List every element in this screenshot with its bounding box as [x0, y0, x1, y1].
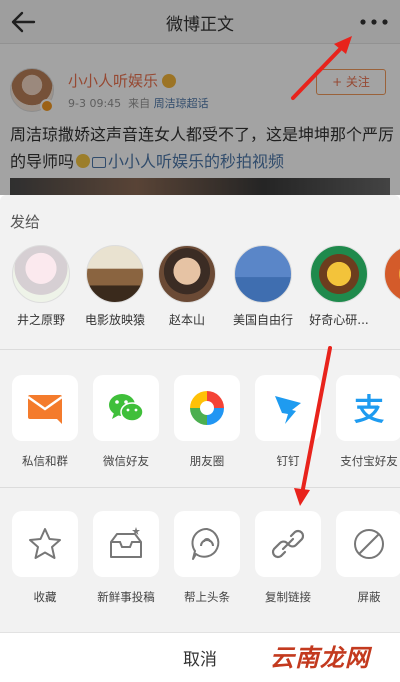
more-dots-icon[interactable]	[358, 12, 390, 32]
contact-avatar	[310, 245, 368, 303]
from-prefix: 来自	[128, 97, 151, 110]
alipay-icon: 支	[354, 393, 384, 428]
action-tile-box	[255, 511, 321, 577]
share-label: 私信和群	[22, 454, 68, 468]
contact-item[interactable]: 井之原野	[2, 245, 80, 328]
action-label: 屏蔽	[357, 590, 381, 604]
author-name-text: 小小人听娱乐	[68, 72, 159, 90]
share-moments[interactable]: 朋友圈	[174, 375, 240, 469]
post-time: 9-3 09:45	[68, 97, 122, 110]
share-wechat-friend[interactable]: 微信好友	[93, 375, 159, 469]
share-tile-box: 支	[336, 375, 400, 441]
share-sheet: 发给 井之原野 电影放映猿 赵本山 美国自由行 好奇心研... 猫	[0, 195, 400, 682]
submit-tray-icon	[110, 527, 142, 558]
action-tile-box	[12, 511, 78, 577]
action-tile-box	[93, 511, 159, 577]
contact-name: 赵本山	[168, 313, 205, 327]
actions-row: 收藏 新鲜事投稿 帮上头条 复制链接 屏蔽	[0, 511, 400, 621]
post-meta: 9-3 09:45 来自 周洁琼超话	[68, 95, 209, 111]
action-tile-box	[174, 511, 240, 577]
contact-avatar	[86, 245, 144, 303]
page-title: 微博正文	[166, 15, 234, 35]
contact-item[interactable]: 赵本山	[148, 245, 226, 328]
contact-avatar	[158, 245, 216, 303]
contact-item[interactable]: 电影放映猿	[76, 245, 154, 328]
action-tile-box	[336, 511, 400, 577]
block-button[interactable]: 屏蔽	[336, 511, 400, 605]
mail-icon	[27, 395, 63, 424]
action-label: 帮上头条	[184, 590, 230, 604]
watermark: 云南龙网	[270, 638, 370, 673]
block-icon	[354, 529, 384, 559]
share-tile-box	[12, 375, 78, 441]
share-tile-box	[93, 375, 159, 441]
contact-item[interactable]: 好奇心研...	[300, 245, 378, 328]
contact-name: 井之原野	[16, 313, 65, 327]
divider	[0, 487, 400, 488]
divider	[0, 349, 400, 350]
star-icon	[29, 528, 61, 559]
follow-button[interactable]: + 关注	[316, 69, 386, 95]
share-dingtalk[interactable]: 钉钉	[255, 375, 321, 469]
nav-bar: 微博正文	[0, 0, 400, 44]
wechat-icon	[109, 394, 144, 422]
contact-avatar	[384, 245, 400, 303]
video-thumbnail[interactable]	[10, 178, 390, 195]
share-tile-box	[255, 375, 321, 441]
favorite-button[interactable]: 收藏	[12, 511, 78, 605]
share-tile-box	[174, 375, 240, 441]
post-text: 周洁琼撒娇这声音连女人都受不了，这是坤坤那个严厉的导师吗 小小人听娱乐的秒拍视频	[10, 121, 395, 175]
contact-item[interactable]: 美国自由行	[224, 245, 302, 328]
action-label: 新鲜事投稿	[97, 590, 155, 604]
share-targets-row: 私信和群 微信好友 朋友圈 钉钉 支 支付宝好友	[0, 375, 400, 485]
share-private-message[interactable]: 私信和群	[12, 375, 78, 469]
emoji-icon	[76, 154, 91, 168]
boost-headline-button[interactable]: 帮上头条	[174, 511, 240, 605]
author-name[interactable]: 小小人听娱乐	[68, 70, 177, 91]
share-label: 支付宝好友	[340, 454, 398, 468]
send-to-title: 发给	[10, 213, 41, 231]
share-label: 朋友圈	[189, 454, 225, 468]
from-source-link[interactable]: 周洁琼超话	[154, 97, 209, 110]
contact-name: 美国自由行	[232, 313, 293, 327]
contacts-row: 井之原野 电影放映猿 赵本山 美国自由行 好奇心研... 猫	[0, 245, 400, 355]
contact-name: 猫	[374, 311, 400, 328]
link-icon	[271, 529, 305, 559]
weibo-post-page: 微博正文 小小人听娱乐 9-3 09:45 来自 周洁琼超话 + 关注 周洁琼撒…	[0, 0, 400, 195]
contact-avatar	[12, 245, 70, 303]
headline-icon	[191, 527, 220, 560]
share-alipay-friend[interactable]: 支 支付宝好友	[336, 375, 400, 469]
action-label: 收藏	[33, 590, 57, 604]
video-icon	[92, 157, 107, 168]
watermark-text: 云南龙网	[270, 644, 370, 672]
verified-badge-icon	[40, 99, 54, 113]
copy-link-button[interactable]: 复制链接	[255, 511, 321, 605]
share-label: 微信好友	[103, 454, 149, 468]
contact-item[interactable]: 猫	[374, 245, 400, 328]
contact-avatar	[234, 245, 292, 303]
video-link[interactable]: 小小人听娱乐的秒拍视频	[108, 152, 284, 171]
action-label: 复制链接	[265, 590, 311, 604]
dingtalk-icon	[275, 396, 301, 424]
svg-text:支: 支	[354, 393, 384, 428]
contact-name: 电影放映猿	[84, 313, 145, 327]
contact-name: 好奇心研...	[309, 313, 369, 327]
submit-news-button[interactable]: 新鲜事投稿	[93, 511, 159, 605]
moments-icon	[190, 391, 224, 425]
member-crown-icon	[162, 74, 177, 88]
share-label: 钉钉	[276, 454, 300, 468]
